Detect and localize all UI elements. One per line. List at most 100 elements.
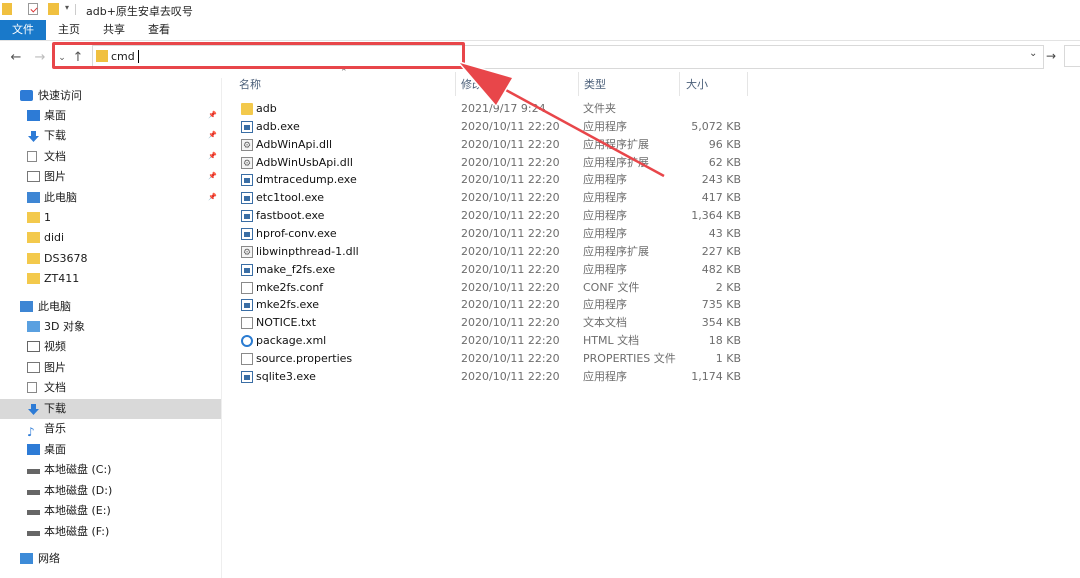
file-row[interactable]: AdbWinApi.dll 2020/10/11 22:20 应用程序扩展 96 KB xyxy=(221,136,1080,155)
sidebar-item[interactable]: 此电脑 📌 xyxy=(0,188,221,208)
sidebar-item-label: 文档 xyxy=(44,150,66,163)
sidebar-item[interactable]: 图片 xyxy=(0,358,221,378)
file-row[interactable]: libwinpthread-1.dll 2020/10/11 22:20 应用程序扩… xyxy=(221,243,1080,262)
sidebar-item[interactable]: 本地磁盘 (E:) xyxy=(0,501,221,521)
file-row[interactable]: hprof-conv.exe 2020/10/11 22:20 应用程序 43 KB xyxy=(221,225,1080,243)
file-row[interactable]: make_f2fs.exe 2020/10/11 22:20 应用程序 482 KB xyxy=(221,261,1080,279)
sidebar-item-label: 1 xyxy=(44,211,51,224)
tab-file[interactable]: 文件 xyxy=(0,20,46,40)
file-row[interactable]: dmtracedump.exe 2020/10/11 22:20 应用程序 243 K… xyxy=(221,171,1080,189)
sidebar-item[interactable]: 文档 📌 xyxy=(0,147,221,167)
forward-button[interactable]: → xyxy=(32,50,48,66)
pin-icon[interactable]: 📌 xyxy=(208,172,217,181)
column-header-type[interactable]: 类型 xyxy=(584,76,606,94)
new-folder-icon[interactable] xyxy=(48,3,59,15)
file-row[interactable]: adb.exe 2020/10/11 22:20 应用程序 5,072 KB xyxy=(221,118,1080,136)
file-row[interactable]: NOTICE.txt 2020/10/11 22:20 文本文档 354 KB xyxy=(221,314,1080,332)
pin-icon[interactable]: 📌 xyxy=(208,111,217,120)
column-divider[interactable] xyxy=(578,72,579,96)
file-row[interactable]: fastboot.exe 2020/10/11 22:20 应用程序 1,364 KB xyxy=(221,207,1080,225)
sidebar-item[interactable]: 桌面 xyxy=(0,440,221,460)
exe-icon xyxy=(241,299,253,312)
sidebar-item[interactable]: 下载 📌 xyxy=(0,126,221,146)
sidebar-item-label: 本地磁盘 (D:) xyxy=(44,484,113,497)
file-type: 文件夹 xyxy=(583,102,616,115)
sidebar-item[interactable]: 本地磁盘 (C:) xyxy=(0,460,221,480)
column-header-name[interactable]: 名称 xyxy=(239,76,261,94)
file-row[interactable]: mke2fs.conf 2020/10/11 22:20 CONF 文件 2 KB xyxy=(221,279,1080,297)
file-type: 应用程序扩展 xyxy=(583,137,649,151)
file-size: 354 KB xyxy=(701,316,741,330)
pin-icon[interactable]: 📌 xyxy=(208,193,217,202)
cube-icon xyxy=(27,321,40,332)
column-header-date[interactable]: 修改日期 xyxy=(461,76,505,94)
star-icon xyxy=(20,90,33,101)
tab-view[interactable]: 查看 xyxy=(140,20,178,40)
sidebar-item[interactable]: didi xyxy=(0,228,221,248)
computer-icon xyxy=(20,301,33,312)
dll-icon xyxy=(241,137,253,155)
file-date: 2020/10/11 22:20 xyxy=(461,137,560,151)
file-row[interactable]: etc1tool.exe 2020/10/11 22:20 应用程序 417 KB xyxy=(221,189,1080,207)
column-divider[interactable] xyxy=(679,72,680,96)
sidebar-item[interactable]: 本地磁盘 (D:) xyxy=(0,481,221,501)
pin-icon[interactable]: 📌 xyxy=(208,131,217,140)
desktop-icon xyxy=(27,110,40,121)
chevron-down-icon[interactable]: ▾ xyxy=(65,3,69,12)
sidebar-item[interactable]: 桌面 📌 xyxy=(0,106,221,126)
file-type: 应用程序 xyxy=(583,119,627,133)
file-date: 2020/10/11 22:20 xyxy=(461,226,560,240)
file-size: 1,174 KB xyxy=(691,369,741,383)
properties-icon[interactable] xyxy=(28,3,38,15)
file-row[interactable]: adb 2021/9/17 9:24 文件夹 xyxy=(221,100,1080,118)
computer-icon xyxy=(27,192,40,203)
network-icon xyxy=(20,553,33,564)
search-box-edge[interactable] xyxy=(1064,45,1080,67)
sidebar-item[interactable]: 快速访问 xyxy=(0,86,221,106)
drive-icon xyxy=(27,510,40,515)
sidebar-item[interactable]: DS3678 xyxy=(0,249,221,269)
file-size: 1,364 KB xyxy=(691,209,741,223)
pin-icon[interactable]: 📌 xyxy=(208,152,217,161)
sidebar-item-label: 桌面 xyxy=(44,443,66,456)
file-type: 应用程序 xyxy=(583,298,627,312)
column-header-size[interactable]: 大小 xyxy=(686,76,708,94)
column-divider[interactable] xyxy=(747,72,748,96)
file-row[interactable]: package.xml 2020/10/11 22:20 HTML 文档 18 KB xyxy=(221,332,1080,350)
back-button[interactable]: ← xyxy=(8,50,24,66)
sort-up-chevron-icon: ⌃ xyxy=(340,68,348,78)
sidebar-item[interactable]: ♪ 音乐 xyxy=(0,419,221,439)
go-arrow-icon[interactable]: → xyxy=(1046,49,1056,63)
file-name: adb.exe xyxy=(256,119,300,133)
file-date: 2020/10/11 22:20 xyxy=(461,334,560,348)
file-size: 2 KB xyxy=(715,280,741,294)
sidebar-item[interactable]: 网络 xyxy=(0,549,221,569)
tab-home[interactable]: 主页 xyxy=(50,20,88,40)
sidebar-item[interactable]: 文档 xyxy=(0,378,221,398)
sidebar-item-label: 本地磁盘 (F:) xyxy=(44,525,110,538)
file-name: mke2fs.conf xyxy=(256,280,324,294)
address-dropdown-icon[interactable]: ⌄ xyxy=(1029,48,1037,59)
sidebar-item[interactable]: 3D 对象 xyxy=(0,317,221,337)
file-name: mke2fs.exe xyxy=(256,298,320,312)
file-type: 应用程序 xyxy=(583,173,627,187)
column-divider[interactable] xyxy=(455,72,456,96)
file-row[interactable]: mke2fs.exe 2020/10/11 22:20 应用程序 735 KB xyxy=(221,296,1080,314)
sidebar-item[interactable]: 视频 xyxy=(0,337,221,357)
sidebar-item[interactable]: ZT411 xyxy=(0,269,221,289)
sidebar-item[interactable]: 此电脑 xyxy=(0,297,221,317)
file-size: 5,072 KB xyxy=(691,119,741,133)
sidebar-item[interactable]: 下载 xyxy=(0,399,221,419)
pictures-icon xyxy=(27,171,40,182)
tab-share[interactable]: 共享 xyxy=(95,20,133,40)
sidebar-item-label: 视频 xyxy=(44,340,66,353)
sidebar-item[interactable]: 1 xyxy=(0,208,221,228)
file-row[interactable]: sqlite3.exe 2020/10/11 22:20 应用程序 1,174 KB xyxy=(221,368,1080,386)
sidebar-item[interactable]: 图片 📌 xyxy=(0,167,221,187)
sidebar-item-label: didi xyxy=(44,231,65,244)
desktop-icon xyxy=(27,444,40,455)
sidebar-item-label: 图片 xyxy=(44,361,66,374)
file-row[interactable]: AdbWinUsbApi.dll 2020/10/11 22:20 应用程序扩展 62… xyxy=(221,154,1080,173)
sidebar-item[interactable]: 本地磁盘 (F:) xyxy=(0,522,221,542)
file-row[interactable]: source.properties 2020/10/11 22:20 PROPERT… xyxy=(221,350,1080,368)
